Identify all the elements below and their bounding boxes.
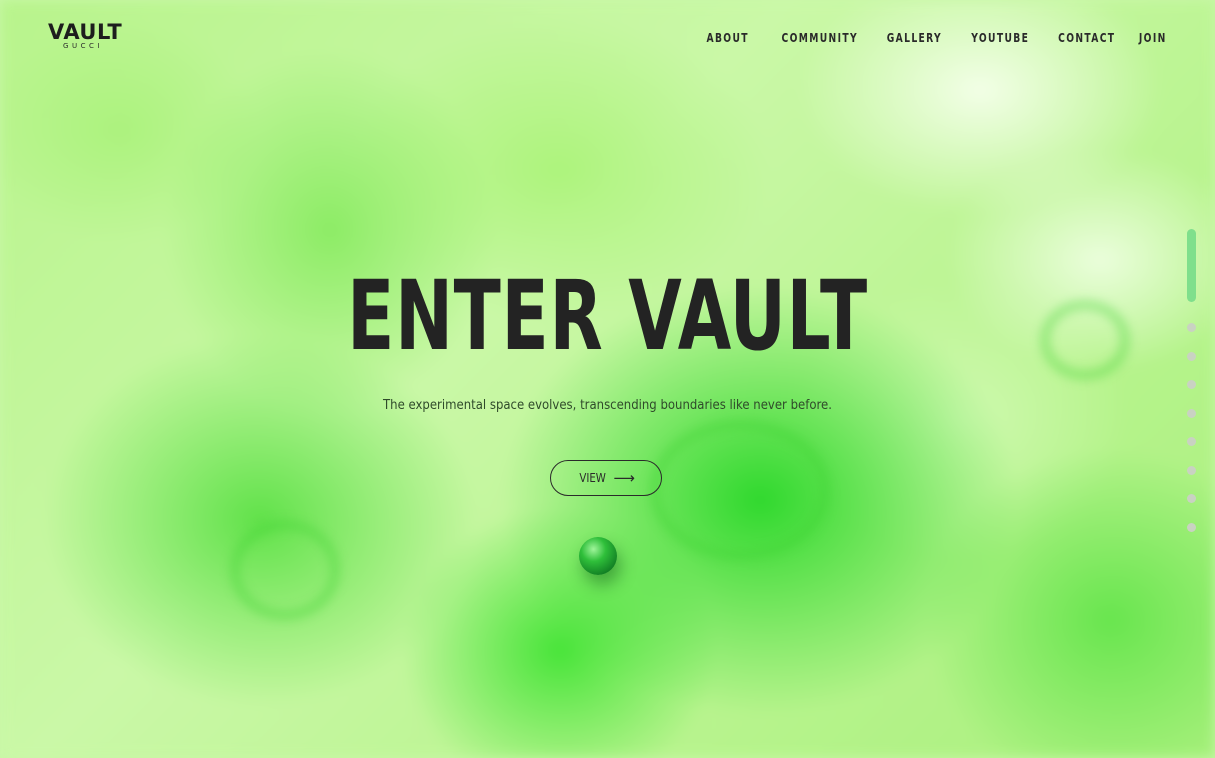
marble-ball [579, 537, 617, 575]
hero-subtitle: The experimental space evolves, transcen… [383, 398, 832, 413]
view-button-label: VIEW [579, 471, 607, 485]
hero-title: ENTER VAULT [347, 260, 868, 372]
main-nav: ABOUT COMMUNITY GALLERY YOUTUBE CONTACT … [699, 31, 1167, 45]
nav-community[interactable]: COMMUNITY [781, 31, 858, 45]
ink-swirl [230, 520, 340, 620]
arrow-right-icon: ⟶ [613, 468, 635, 487]
nav-contact[interactable]: CONTACT [1058, 31, 1115, 45]
pager-dot[interactable] [1187, 465, 1196, 475]
pager-dot[interactable] [1187, 494, 1196, 503]
nav-join[interactable]: JOIN [1139, 31, 1167, 45]
ink-swirl [1040, 300, 1130, 380]
pager-dot[interactable] [1187, 522, 1196, 532]
nav-gallery[interactable]: GALLERY [886, 31, 941, 45]
pager-dot[interactable] [1187, 408, 1196, 418]
pager-dot[interactable] [1187, 323, 1196, 332]
view-button[interactable]: VIEW ⟶ [550, 460, 662, 496]
logo-wordmark: VAULT [48, 20, 123, 44]
ink-swirl [650, 420, 830, 560]
pager-dot[interactable] [1187, 380, 1196, 389]
hero-section: VAULT GUCCI ABOUT COMMUNITY GALLERY YOUT… [0, 0, 1215, 758]
pager-active-indicator[interactable] [1187, 229, 1196, 302]
pager-dot[interactable] [1187, 437, 1196, 446]
ink-background [0, 0, 1215, 758]
nav-youtube[interactable]: YOUTUBE [971, 31, 1029, 45]
logo[interactable]: VAULT GUCCI [48, 20, 123, 51]
nav-about[interactable]: ABOUT [706, 31, 748, 45]
pager-dot[interactable] [1187, 351, 1196, 361]
